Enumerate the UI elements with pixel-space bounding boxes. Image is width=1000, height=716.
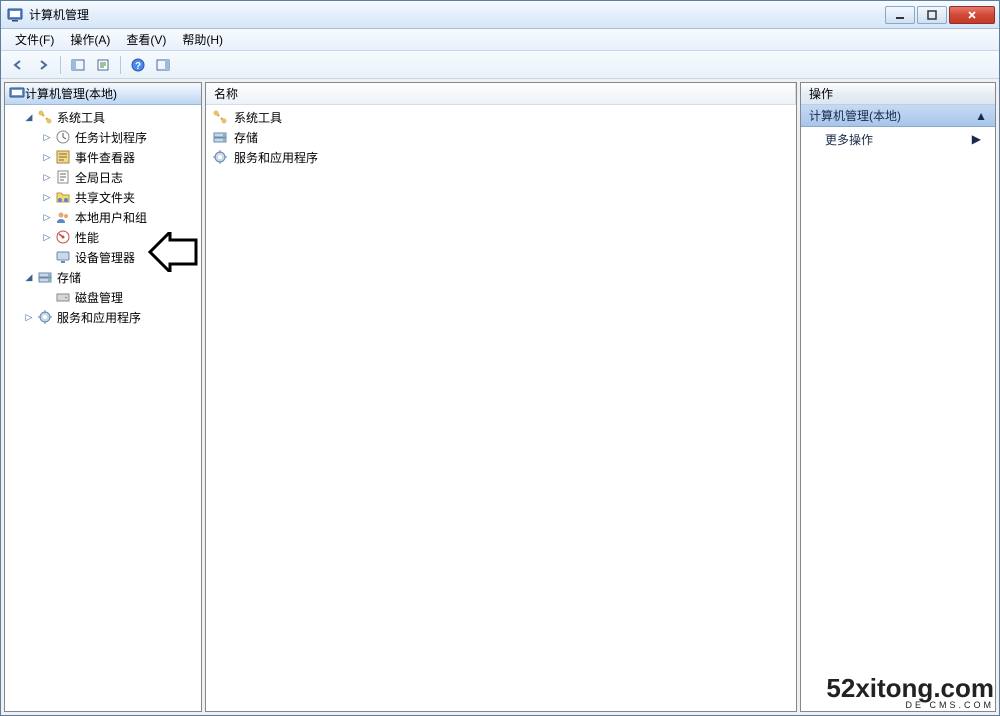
list-item-label: 系统工具 <box>234 109 282 126</box>
minimize-button[interactable] <box>885 6 915 24</box>
actions-panel: 操作 计算机管理(本地) ▲ 更多操作 ▶ <box>800 82 996 712</box>
list-item-label: 存储 <box>234 129 258 146</box>
expand-icon[interactable]: ▷ <box>41 191 53 203</box>
window-title: 计算机管理 <box>29 6 883 23</box>
menu-help[interactable]: 帮助(H) <box>174 29 231 50</box>
collapse-icon[interactable]: ◢ <box>23 271 35 283</box>
actions-body: 计算机管理(本地) ▲ 更多操作 ▶ <box>801 105 995 711</box>
spacer <box>41 251 53 263</box>
toolbar-separator <box>60 56 61 74</box>
node-label: 存储 <box>57 269 81 286</box>
watermark: 52xitong.com DE CMS.COM <box>826 675 994 710</box>
back-button[interactable] <box>7 54 29 76</box>
tools-icon <box>37 109 53 125</box>
expand-icon[interactable]: ▷ <box>41 211 53 223</box>
node-label: 全局日志 <box>75 169 123 186</box>
submenu-arrow-icon: ▶ <box>972 132 981 146</box>
window-buttons <box>883 6 995 24</box>
expand-icon[interactable]: ▷ <box>41 171 53 183</box>
properties-button[interactable] <box>92 54 114 76</box>
menu-view[interactable]: 查看(V) <box>118 29 174 50</box>
tree-node-local-users[interactable]: ▷ 本地用户和组 <box>5 207 201 227</box>
list-item-label: 服务和应用程序 <box>234 149 318 166</box>
show-actions-button[interactable] <box>152 54 174 76</box>
tree-root-label: 计算机管理(本地) <box>25 85 117 102</box>
action-section-label: 计算机管理(本地) <box>809 107 901 124</box>
node-label: 事件查看器 <box>75 149 135 166</box>
content-area: 计算机管理(本地) ◢ 系统工具 ▷ 任务计划程序 ▷ 事件查看器 <box>1 79 999 715</box>
spacer <box>41 291 53 303</box>
svg-text:?: ? <box>135 61 141 72</box>
list-body: 系统工具 存储 服务和应用程序 <box>206 105 796 711</box>
list-item-storage[interactable]: 存储 <box>206 127 796 147</box>
node-label: 磁盘管理 <box>75 289 123 306</box>
node-label: 本地用户和组 <box>75 209 147 226</box>
node-label: 性能 <box>75 229 99 246</box>
node-label: 系统工具 <box>57 109 105 126</box>
action-more[interactable]: 更多操作 ▶ <box>801 127 995 151</box>
tree-node-disk-mgmt[interactable]: 磁盘管理 <box>5 287 201 307</box>
expand-icon[interactable]: ▷ <box>41 231 53 243</box>
tree-node-system-tools[interactable]: ◢ 系统工具 <box>5 107 201 127</box>
users-icon <box>55 209 71 225</box>
help-button[interactable]: ? <box>127 54 149 76</box>
toolbar-separator <box>120 56 121 74</box>
titlebar[interactable]: 计算机管理 <box>1 1 999 29</box>
show-hide-tree-button[interactable] <box>67 54 89 76</box>
app-icon <box>7 7 23 23</box>
tree-node-performance[interactable]: ▷ 性能 <box>5 227 201 247</box>
storage-icon <box>212 129 228 145</box>
node-label: 任务计划程序 <box>75 129 147 146</box>
tree-node-event-viewer[interactable]: ▷ 事件查看器 <box>5 147 201 167</box>
tree-node-services-apps[interactable]: ▷ 服务和应用程序 <box>5 307 201 327</box>
actions-header-label: 操作 <box>809 85 833 102</box>
toolbar: ? <box>1 51 999 79</box>
expand-icon[interactable]: ▷ <box>41 151 53 163</box>
tree-node-device-manager[interactable]: 设备管理器 <box>5 247 201 267</box>
column-name-label: 名称 <box>214 85 238 102</box>
clock-icon <box>55 129 71 145</box>
column-name[interactable]: 名称 <box>206 83 796 104</box>
collapse-arrow-icon: ▲ <box>975 109 987 123</box>
list-item-services-apps[interactable]: 服务和应用程序 <box>206 147 796 167</box>
log-icon <box>55 169 71 185</box>
tree-node-task-scheduler[interactable]: ▷ 任务计划程序 <box>5 127 201 147</box>
actions-header: 操作 <box>801 83 995 105</box>
node-label: 共享文件夹 <box>75 189 135 206</box>
storage-icon <box>37 269 53 285</box>
tree-node-storage[interactable]: ◢ 存储 <box>5 267 201 287</box>
node-label: 设备管理器 <box>75 249 135 266</box>
menu-action[interactable]: 操作(A) <box>62 29 118 50</box>
action-more-label: 更多操作 <box>825 131 873 148</box>
collapse-icon[interactable]: ◢ <box>23 111 35 123</box>
close-button[interactable] <box>949 6 995 24</box>
tree-node-shared-folders[interactable]: ▷ 共享文件夹 <box>5 187 201 207</box>
tree-root-header[interactable]: 计算机管理(本地) <box>5 83 201 105</box>
device-icon <box>55 249 71 265</box>
tree-node-global-log[interactable]: ▷ 全局日志 <box>5 167 201 187</box>
tree-body: ◢ 系统工具 ▷ 任务计划程序 ▷ 事件查看器 ▷ 全局日 <box>5 105 201 711</box>
event-icon <box>55 149 71 165</box>
list-panel: 名称 系统工具 存储 服务和应用程序 <box>205 82 797 712</box>
disk-icon <box>55 289 71 305</box>
action-section-title[interactable]: 计算机管理(本地) ▲ <box>801 105 995 127</box>
menubar: 文件(F) 操作(A) 查看(V) 帮助(H) <box>1 29 999 51</box>
expand-icon[interactable]: ▷ <box>23 311 35 323</box>
watermark-main: 52xitong.com <box>826 675 994 701</box>
menu-file[interactable]: 文件(F) <box>7 29 62 50</box>
performance-icon <box>55 229 71 245</box>
tools-icon <box>212 109 228 125</box>
shared-folder-icon <box>55 189 71 205</box>
computer-icon <box>9 86 25 102</box>
services-icon <box>212 149 228 165</box>
app-window: 计算机管理 文件(F) 操作(A) 查看(V) 帮助(H) ? 计算机管理(本地… <box>0 0 1000 716</box>
node-label: 服务和应用程序 <box>57 309 141 326</box>
maximize-button[interactable] <box>917 6 947 24</box>
forward-button[interactable] <box>32 54 54 76</box>
list-header: 名称 <box>206 83 796 105</box>
services-icon <box>37 309 53 325</box>
tree-panel: 计算机管理(本地) ◢ 系统工具 ▷ 任务计划程序 ▷ 事件查看器 <box>4 82 202 712</box>
list-item-system-tools[interactable]: 系统工具 <box>206 107 796 127</box>
expand-icon[interactable]: ▷ <box>41 131 53 143</box>
